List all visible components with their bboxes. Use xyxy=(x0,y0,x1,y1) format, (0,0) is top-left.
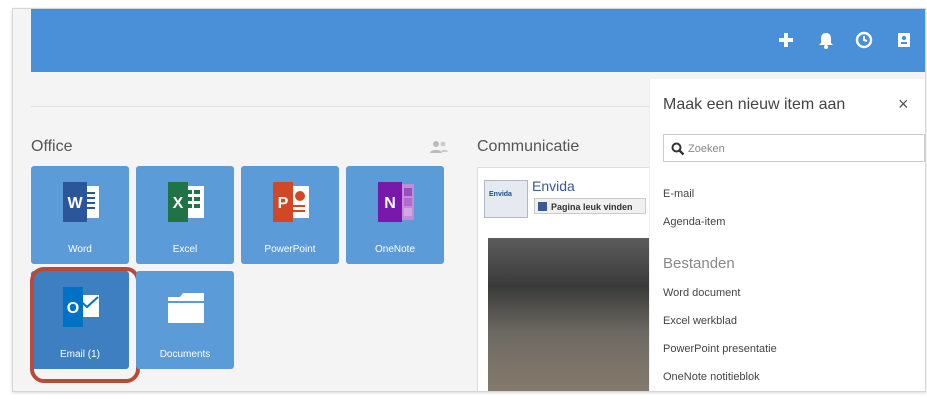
svg-text:X: X xyxy=(173,195,184,212)
files-heading: Bestanden xyxy=(663,255,735,272)
panel-title: Maak een nieuw item aan xyxy=(663,96,846,113)
svg-text:P: P xyxy=(278,195,289,212)
menu-item-word-document[interactable]: Word document xyxy=(663,287,740,299)
svg-text:N: N xyxy=(384,195,396,212)
close-icon[interactable]: × xyxy=(898,94,909,115)
menu-item-email[interactable]: E-mail xyxy=(663,188,694,200)
excel-tile[interactable]: X Excel xyxy=(136,166,234,264)
clock-icon[interactable] xyxy=(855,31,873,49)
onenote-icon: N xyxy=(378,182,414,222)
divider xyxy=(31,106,651,107)
powerpoint-icon: P xyxy=(273,182,309,222)
folder-icon xyxy=(168,293,204,323)
people-icon[interactable] xyxy=(429,140,449,154)
envida-logo: Envida xyxy=(484,180,528,218)
communicatie-section-title: Communicatie xyxy=(477,138,580,155)
menu-item-powerpoint-presentatie[interactable]: PowerPoint presentatie xyxy=(663,343,777,355)
word-tile[interactable]: W Word xyxy=(31,166,129,264)
facebook-cover-photo xyxy=(488,238,658,391)
word-icon: W xyxy=(63,182,99,222)
word-label: Word xyxy=(68,244,92,255)
powerpoint-tile[interactable]: P PowerPoint xyxy=(241,166,339,264)
menu-item-onenote-notitieblok[interactable]: OneNote notitieblok xyxy=(663,371,760,383)
facebook-page-name[interactable]: Envida xyxy=(532,178,575,194)
menu-item-excel-werkblad[interactable]: Excel werkblad xyxy=(663,315,737,327)
excel-icon: X xyxy=(168,182,204,222)
onenote-label: OneNote xyxy=(374,244,416,255)
menu-item-agenda[interactable]: Agenda-item xyxy=(663,216,725,228)
office-section-title: Office xyxy=(31,138,73,155)
app-frame: Office W Word X Excel P PowerPoint N One… xyxy=(12,8,926,392)
powerpoint-label: PowerPoint xyxy=(264,244,316,255)
facebook-like-button[interactable]: Pagina leuk vinden xyxy=(534,198,646,214)
excel-label: Excel xyxy=(172,244,198,255)
facebook-icon xyxy=(538,202,547,211)
top-bar xyxy=(31,9,925,72)
search-field[interactable] xyxy=(663,134,925,162)
facebook-widget[interactable]: Envida Envida Pagina leuk vinden xyxy=(477,167,659,391)
bell-icon[interactable] xyxy=(817,31,835,49)
highlight-circle xyxy=(30,267,140,383)
onenote-tile[interactable]: N OneNote xyxy=(346,166,444,264)
search-input[interactable] xyxy=(686,139,910,159)
new-item-panel: Maak een nieuw item aan × E-mail Agenda-… xyxy=(649,79,925,391)
svg-text:W: W xyxy=(67,195,83,212)
search-icon xyxy=(671,142,685,156)
documents-tile[interactable]: Documents xyxy=(136,271,234,369)
contact-card-icon[interactable] xyxy=(895,31,913,49)
plus-icon[interactable] xyxy=(777,31,795,49)
documents-label: Documents xyxy=(159,349,211,360)
